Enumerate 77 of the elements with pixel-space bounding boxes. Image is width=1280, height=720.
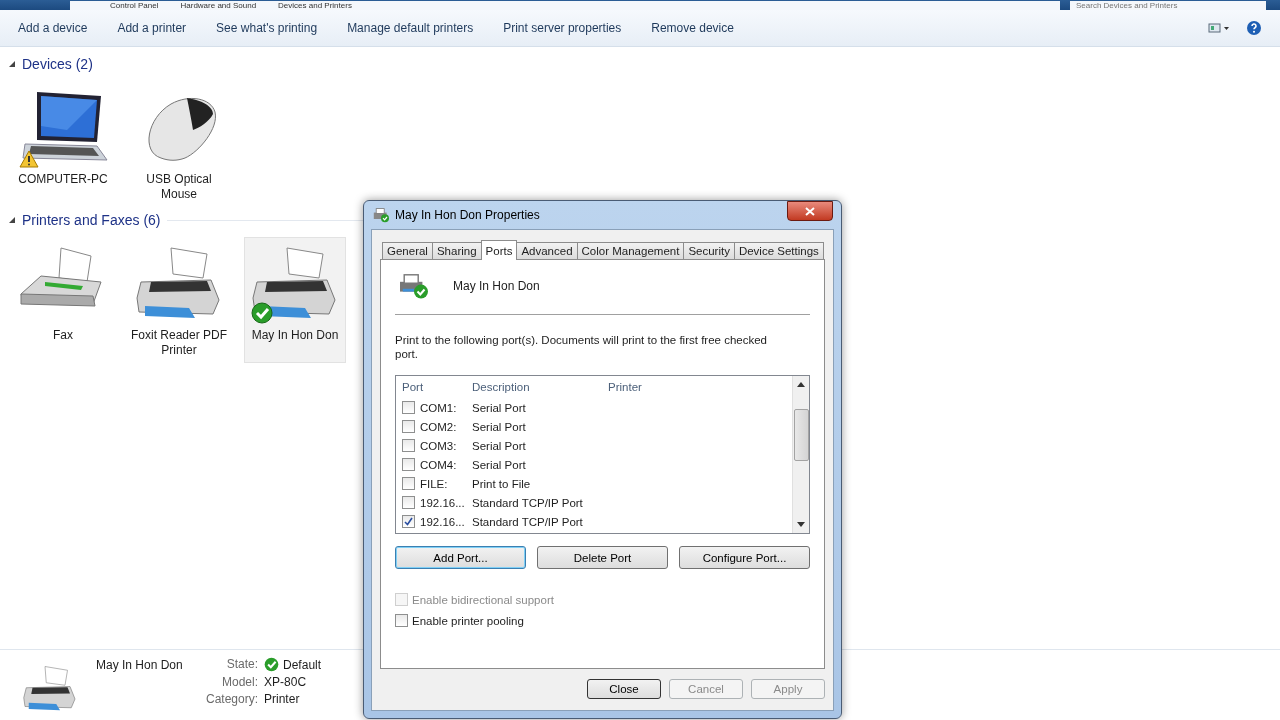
toolbar-button[interactable]: Add a printer: [117, 21, 187, 35]
tab[interactable]: Sharing: [431, 242, 482, 259]
device-item[interactable]: USB Optical Mouse: [128, 81, 230, 207]
checkbox[interactable]: [402, 420, 415, 433]
toolbar-button[interactable]: Add a device: [18, 21, 88, 35]
toolbar-button[interactable]: See what's printing: [216, 21, 318, 35]
tab[interactable]: Ports: [480, 240, 518, 260]
breadcrumb[interactable]: Control Panel: [110, 1, 159, 10]
tab[interactable]: Security: [683, 242, 735, 259]
toolbar-button[interactable]: Manage default printers: [347, 21, 474, 35]
port-name: FILE:: [420, 477, 448, 490]
printer-icon: [372, 207, 390, 223]
close-button[interactable]: [787, 201, 833, 221]
expand-arrow-icon[interactable]: [8, 216, 16, 224]
checkbox[interactable]: [402, 496, 415, 509]
field-label: Category:: [206, 692, 259, 706]
port-description: Print to File: [472, 477, 532, 490]
device-item[interactable]: Foxit Reader PDF Printer: [128, 237, 230, 363]
dialog-button[interactable]: Close: [587, 679, 661, 699]
view-options-icon[interactable]: [1208, 22, 1230, 34]
scrollbar[interactable]: [792, 376, 809, 533]
help-icon[interactable]: [1246, 20, 1262, 36]
scroll-down-icon[interactable]: [797, 522, 805, 527]
dialog-button[interactable]: Add Port...: [395, 546, 526, 569]
expand-arrow-icon[interactable]: [8, 60, 16, 68]
port-description: Serial Port: [472, 458, 527, 471]
device-item[interactable]: Fax: [12, 237, 114, 363]
port-name: COM3:: [420, 439, 457, 452]
port-description: Standard TCP/IP Port: [472, 496, 584, 509]
dialog-button[interactable]: Configure Port...: [679, 546, 810, 569]
scroll-up-icon[interactable]: [797, 382, 805, 387]
toolbar-button[interactable]: Print server properties: [503, 21, 622, 35]
port-name: 192.16...: [420, 515, 465, 528]
toolbar-button[interactable]: Remove device: [651, 21, 734, 35]
group-heading: Devices (2): [22, 56, 93, 72]
port-name: COM4:: [420, 458, 457, 471]
checkbox[interactable]: [402, 515, 415, 528]
checkbox-label: Enable bidirectional support: [412, 593, 554, 606]
checkbox[interactable]: [402, 401, 415, 414]
checkbox[interactable]: [402, 439, 415, 452]
printer-icon: [397, 272, 431, 300]
field-label: State:: [225, 657, 259, 672]
port-name: COM1:: [420, 401, 457, 414]
field-value: XP-80C: [264, 675, 307, 689]
column-header[interactable]: Printer: [608, 381, 642, 393]
field-value: Printer: [264, 692, 300, 706]
field-label: Model:: [221, 675, 259, 689]
breadcrumb[interactable]: Hardware and Sound: [180, 1, 257, 10]
port-description: Serial Port: [472, 439, 527, 452]
tab[interactable]: Device Settings: [733, 242, 824, 259]
group-heading: Printers and Faxes (6): [22, 212, 161, 228]
checkbox[interactable]: [402, 458, 415, 471]
port-description: Standard TCP/IP Port: [472, 515, 584, 528]
device-item[interactable]: May In Hon Don: [244, 237, 346, 363]
tab[interactable]: General: [382, 242, 433, 259]
breadcrumb[interactable]: Devices and Printers: [278, 1, 352, 10]
close-icon: [805, 206, 815, 216]
checkbox[interactable]: [402, 477, 415, 490]
search-field[interactable]: Search Devices and Printers: [1070, 1, 1266, 10]
dialog-button[interactable]: Delete Port: [537, 546, 668, 569]
instruction-text: Print to the following port(s). Documents will print to the first free checked port.: [395, 333, 768, 361]
printer-name: May In Hon Don: [453, 279, 540, 293]
column-header[interactable]: Description: [472, 381, 608, 393]
field-value: Default: [283, 657, 322, 672]
device-item[interactable]: COMPUTER-PC: [12, 81, 114, 207]
device-name: May In Hon Don: [96, 658, 184, 672]
port-description: Serial Port: [472, 420, 527, 433]
dialog-title: May In Hon Don Properties: [395, 208, 540, 222]
checkbox-label: Enable printer pooling: [412, 614, 524, 627]
checkbox[interactable]: [395, 614, 408, 627]
address-field[interactable]: Control Panel Hardware and Sound Devices and Printers: [70, 1, 1060, 10]
tab[interactable]: Color Management: [576, 242, 685, 259]
port-name: COM2:: [420, 420, 457, 433]
port-name: 192.16...: [420, 496, 465, 509]
port-description: Serial Port: [472, 401, 527, 414]
column-header[interactable]: Port: [396, 381, 472, 393]
tab[interactable]: Advanced: [516, 242, 578, 259]
